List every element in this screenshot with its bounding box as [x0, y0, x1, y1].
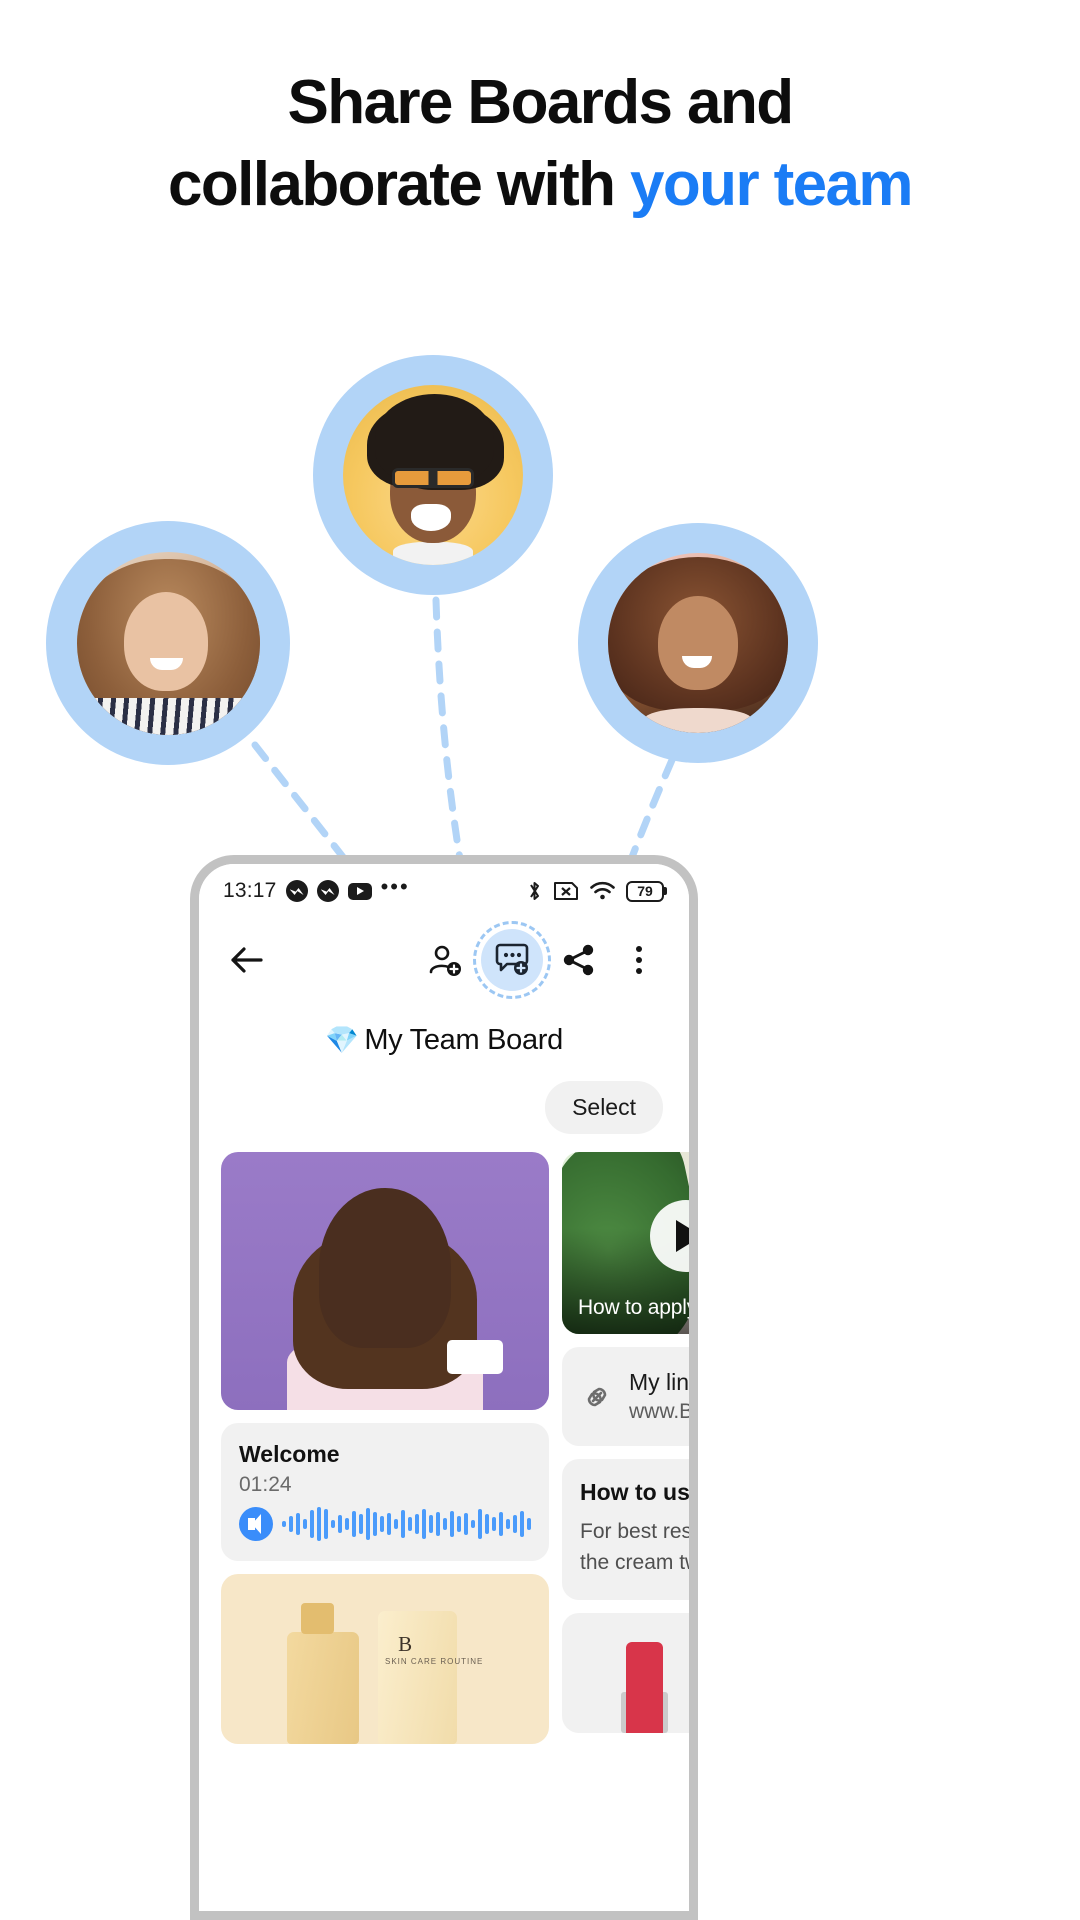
battery-level: 79 — [626, 880, 664, 902]
add-person-icon — [429, 945, 461, 976]
product-brand: B — [398, 1631, 413, 1656]
status-bar: 13:17 ••• 79 — [199, 864, 689, 918]
wifi-icon — [590, 881, 615, 900]
more-notifications-icon: ••• — [380, 874, 410, 899]
board-column-right: How to apply the ne... My link www.Board… — [562, 1152, 698, 1744]
avatar-photo — [608, 553, 788, 733]
audio-waveform[interactable] — [282, 1507, 531, 1541]
select-button[interactable]: Select — [545, 1081, 663, 1134]
share-icon — [563, 944, 594, 976]
audio-duration: 01:24 — [239, 1473, 292, 1496]
speaker-icon[interactable] — [239, 1507, 273, 1541]
status-time: 13:17 — [223, 879, 277, 902]
avatar-photo — [76, 551, 260, 735]
add-comment-icon — [495, 943, 529, 975]
card-lipstick-photo[interactable] — [562, 1613, 689, 1733]
messenger-icon — [316, 880, 339, 902]
product-subtitle: SKIN CARE ROUTINE — [385, 1657, 484, 1667]
select-row: Select — [199, 1057, 689, 1134]
board-title: 💎 My Team Board — [199, 1024, 689, 1057]
board-column-left: Welcome 01:24 B SKIN CARE ROUTINE — [221, 1152, 549, 1744]
link-title: My link — [629, 1369, 698, 1395]
gem-icon: 💎 — [325, 1025, 359, 1055]
card-video[interactable]: How to apply the ne... — [562, 1152, 697, 1334]
app-toolbar — [199, 918, 689, 1002]
back-arrow-icon — [231, 947, 263, 973]
link-icon — [587, 1387, 607, 1406]
avatar-team-member-left — [46, 521, 290, 765]
card-note[interactable]: How to use For best results, apply the c… — [562, 1459, 698, 1600]
card-link[interactable]: My link www.Boards.com — [562, 1347, 698, 1446]
avatar-photo — [343, 385, 523, 565]
messenger-icon — [285, 880, 308, 902]
audio-title: Welcome — [239, 1441, 340, 1467]
board-title-text: My Team Board — [364, 1024, 563, 1056]
card-audio-note[interactable]: Welcome 01:24 — [221, 1423, 549, 1561]
card-portrait-photo[interactable] — [221, 1152, 549, 1410]
add-person-button[interactable] — [421, 936, 469, 984]
share-button[interactable] — [555, 936, 603, 984]
add-comment-button[interactable] — [473, 921, 551, 999]
note-body: For best results, apply the cream twice … — [580, 1520, 693, 1574]
bluetooth-icon — [530, 882, 539, 900]
avatar-team-member-center — [313, 355, 553, 595]
battery-icon: 79 — [626, 880, 667, 902]
link-url: www.Boards.com — [629, 1400, 694, 1423]
video-caption: How to apply the ne... — [578, 1296, 697, 1319]
youtube-icon — [347, 882, 372, 900]
phone-mockup: 13:17 ••• 79 💎 My Team Board Select Welc… — [190, 855, 698, 1920]
board-card-grid: Welcome 01:24 B SKIN CARE ROUTINE How to… — [199, 1134, 689, 1744]
card-product-photo[interactable]: B SKIN CARE ROUTINE — [221, 1574, 549, 1744]
promo-screen: Share Boards and collaborate with your t… — [0, 0, 1080, 1920]
note-title: How to use — [580, 1479, 698, 1505]
back-button[interactable] — [223, 936, 271, 984]
more-options-button[interactable] — [615, 936, 663, 984]
no-sim-icon — [554, 882, 578, 900]
avatar-team-member-right — [578, 523, 818, 763]
kebab-menu-icon — [636, 946, 642, 974]
